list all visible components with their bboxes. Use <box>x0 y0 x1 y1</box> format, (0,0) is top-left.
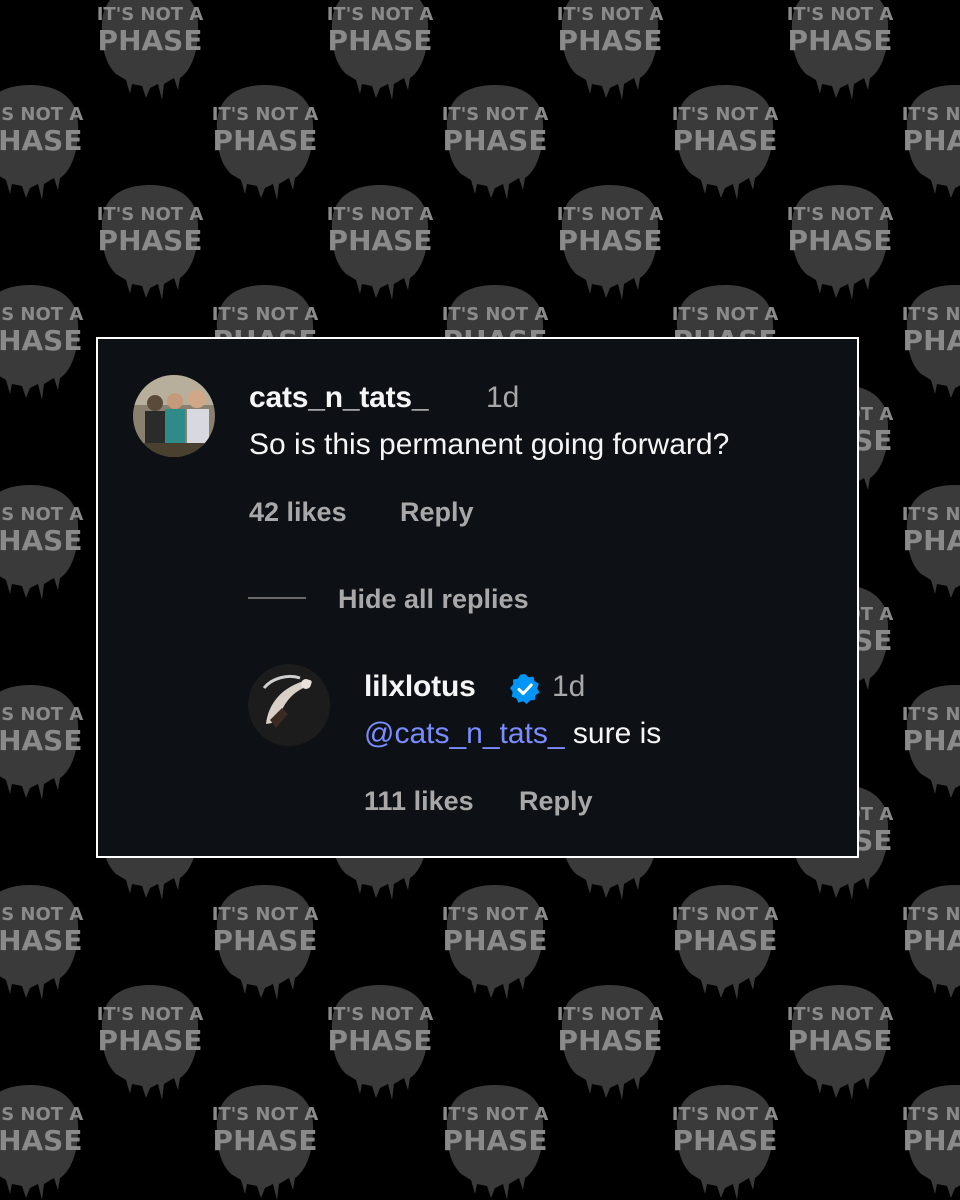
reply-timestamp: 1d <box>552 670 586 703</box>
background-logo <box>556 0 664 100</box>
comment-reply-button[interactable]: Reply <box>400 497 474 528</box>
background-logo <box>96 185 204 300</box>
comment-timestamp: 1d <box>486 381 520 414</box>
background-logo <box>901 285 960 400</box>
background-logo <box>0 85 84 200</box>
reply-reply-button[interactable]: Reply <box>519 786 593 817</box>
background-logo <box>556 185 664 300</box>
background-logo <box>901 485 960 600</box>
background-logo <box>901 885 960 1000</box>
background-logo <box>326 0 434 100</box>
background-logo <box>901 85 960 200</box>
background-logo <box>441 85 549 200</box>
comment-card: cats_n_tats_ 1d So is this permanent goi… <box>96 337 859 858</box>
hide-replies-button[interactable]: Hide all replies <box>338 584 529 615</box>
background-logo <box>96 985 204 1100</box>
avatar[interactable] <box>133 375 215 457</box>
verified-badge-icon <box>510 674 540 704</box>
comment-likes[interactable]: 42 likes <box>249 497 347 528</box>
reply-text: @cats_n_tats_ sure is <box>364 717 661 751</box>
reply-text-body: sure is <box>564 717 662 750</box>
background-logo <box>0 1085 84 1200</box>
background-logo <box>96 0 204 100</box>
reply-username[interactable]: lilxlotus <box>364 670 476 704</box>
reply-mention-link[interactable]: @cats_n_tats_ <box>364 717 565 750</box>
background-logo <box>0 885 84 1000</box>
background-logo <box>211 885 319 1000</box>
background-logo <box>901 685 960 800</box>
comment-username[interactable]: cats_n_tats_ <box>249 381 429 415</box>
background-logo <box>786 0 894 100</box>
background-logo <box>671 1085 779 1200</box>
background-logo <box>211 1085 319 1200</box>
background-logo <box>326 185 434 300</box>
background-logo <box>901 1085 960 1200</box>
background-logo <box>0 685 84 800</box>
background-logo <box>441 885 549 1000</box>
background-logo <box>671 85 779 200</box>
replies-divider-line <box>248 597 306 599</box>
background-logo <box>556 985 664 1100</box>
reply-likes[interactable]: 111 likes <box>364 786 474 817</box>
reply-avatar[interactable] <box>248 664 330 746</box>
background-logo <box>0 485 84 600</box>
background-logo <box>786 985 894 1100</box>
background-logo <box>671 885 779 1000</box>
comment-text: So is this permanent going forward? <box>249 428 730 461</box>
background-logo <box>441 1085 549 1200</box>
background-logo <box>211 85 319 200</box>
background-logo <box>326 985 434 1100</box>
background-logo <box>0 285 84 400</box>
background-logo <box>786 185 894 300</box>
